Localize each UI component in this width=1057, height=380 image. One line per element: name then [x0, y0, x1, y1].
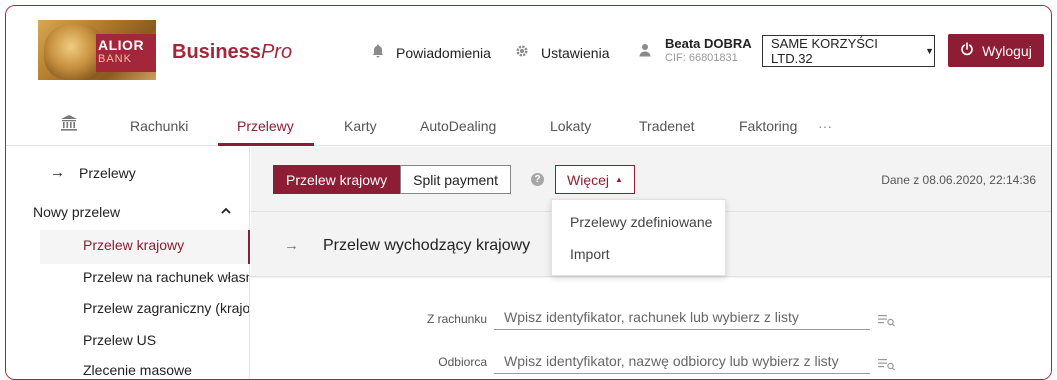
more-options-dropdown: Przelewy zdefiniowane Import	[551, 199, 726, 276]
alior-bank-logo[interactable]: ALIOR BANK	[38, 20, 156, 80]
product-name-italic: Pro	[260, 41, 293, 63]
more-options-button[interactable]: Więcej ▲	[555, 165, 635, 194]
card-title: Przelew wychodzący krajowy	[323, 237, 531, 254]
sidebar-group-nowy-przelew[interactable]: Nowy przelew	[33, 204, 233, 220]
logo-text-bank: BANK	[98, 53, 132, 65]
notifications-link[interactable]: Powiadomienia	[372, 44, 491, 61]
recipient-label: Odbiorca	[438, 355, 487, 369]
header: ALIOR BANK BusinessPro Powiadomienia Ust…	[6, 6, 1051, 96]
recipient-input[interactable]: Wpisz identyfikator, nazwę odbiorcy lub …	[494, 348, 870, 374]
nav-item-karty[interactable]: Karty	[344, 118, 377, 134]
notifications-label: Powiadomienia	[396, 44, 491, 61]
arrow-right-icon: →	[50, 164, 65, 181]
sidebar: → Przelewy Nowy przelew Przelew krajowy …	[6, 147, 250, 379]
logo-face	[44, 24, 104, 80]
bell-icon	[372, 44, 384, 61]
nav-item-przelewy[interactable]: Przelewy	[237, 118, 294, 134]
caret-down-icon: ▼	[925, 46, 934, 56]
sidebar-item-zlecenie-masowe[interactable]: Zlecenie masowe	[83, 362, 249, 378]
transfer-form: Z rachunku Wpisz identyfikator, rachunek…	[251, 278, 1051, 379]
dropdown-item-przelewy-zdefiniowane[interactable]: Przelewy zdefiniowane	[570, 214, 712, 230]
nav-item-rachunki[interactable]: Rachunki	[130, 118, 188, 134]
gear-icon	[515, 44, 529, 61]
caret-up-icon: ▲	[615, 175, 623, 184]
sidebar-item-przelew-krajowy[interactable]: Przelew krajowy	[83, 237, 249, 253]
arrow-right-icon: →	[284, 237, 299, 254]
dropdown-item-import[interactable]: Import	[570, 246, 610, 262]
user-info[interactable]: Beata DOBRA CIF: 66801831	[639, 36, 752, 64]
user-icon	[639, 43, 651, 64]
product-name-bold: Business	[172, 41, 261, 63]
tab-przelew-krajowy[interactable]: Przelew krajowy	[273, 165, 401, 194]
company-select[interactable]: SAME KORZYŚCI LTD.32 ▼	[762, 35, 935, 67]
app-frame: ALIOR BANK BusinessPro Powiadomienia Ust…	[5, 5, 1052, 380]
more-options-label: Więcej	[567, 171, 610, 188]
product-name: BusinessPro	[172, 41, 292, 64]
chevron-up-icon	[221, 205, 231, 217]
main-nav: Rachunki Przelewy Karty AutoDealing Loka…	[6, 106, 1051, 146]
from-account-label: Z rachunku	[426, 312, 487, 326]
nav-item-lokaty[interactable]: Lokaty	[550, 118, 591, 134]
settings-label: Ustawienia	[541, 44, 610, 61]
nav-active-underline	[218, 143, 314, 146]
user-cif: CIF: 66801831	[665, 52, 738, 64]
sidebar-przelewy-label: Przelewy	[79, 164, 136, 181]
data-timestamp: Dane z 08.06.2020, 22:14:36	[881, 173, 1036, 187]
logout-button[interactable]: Wyloguj	[948, 34, 1044, 67]
logout-label: Wyloguj	[982, 42, 1032, 59]
help-icon[interactable]: ?	[531, 173, 544, 186]
nav-item-faktoring[interactable]: Faktoring	[739, 118, 797, 134]
logo-text-alior: ALIOR	[98, 37, 145, 53]
transfer-type-tabs: Przelew krajowy Split payment	[273, 165, 511, 194]
nav-more-button[interactable]: ···	[818, 118, 832, 134]
nav-item-tradenet[interactable]: Tradenet	[639, 118, 695, 134]
sidebar-item-przelew-zagraniczny[interactable]: Przelew zagraniczny (krajowy)	[83, 300, 249, 316]
from-account-input[interactable]: Wpisz identyfikator, rachunek lub wybier…	[494, 304, 870, 330]
list-search-icon[interactable]	[878, 313, 896, 327]
power-icon	[960, 41, 974, 60]
sidebar-item-rachunek-wlasny[interactable]: Przelew na rachunek własny	[83, 269, 249, 285]
sidebar-group-label: Nowy przelew	[33, 204, 121, 220]
tab-split-payment[interactable]: Split payment	[400, 165, 511, 194]
sidebar-przelewy-link[interactable]: → Przelewy	[50, 164, 136, 181]
user-name: Beata DOBRA	[665, 36, 752, 51]
sidebar-item-przelew-us[interactable]: Przelew US	[83, 332, 249, 348]
nav-item-autodealing[interactable]: AutoDealing	[420, 118, 496, 134]
settings-link[interactable]: Ustawienia	[515, 44, 609, 61]
list-search-icon[interactable]	[878, 357, 896, 371]
company-select-value: SAME KORZYŚCI LTD.32	[771, 36, 878, 66]
